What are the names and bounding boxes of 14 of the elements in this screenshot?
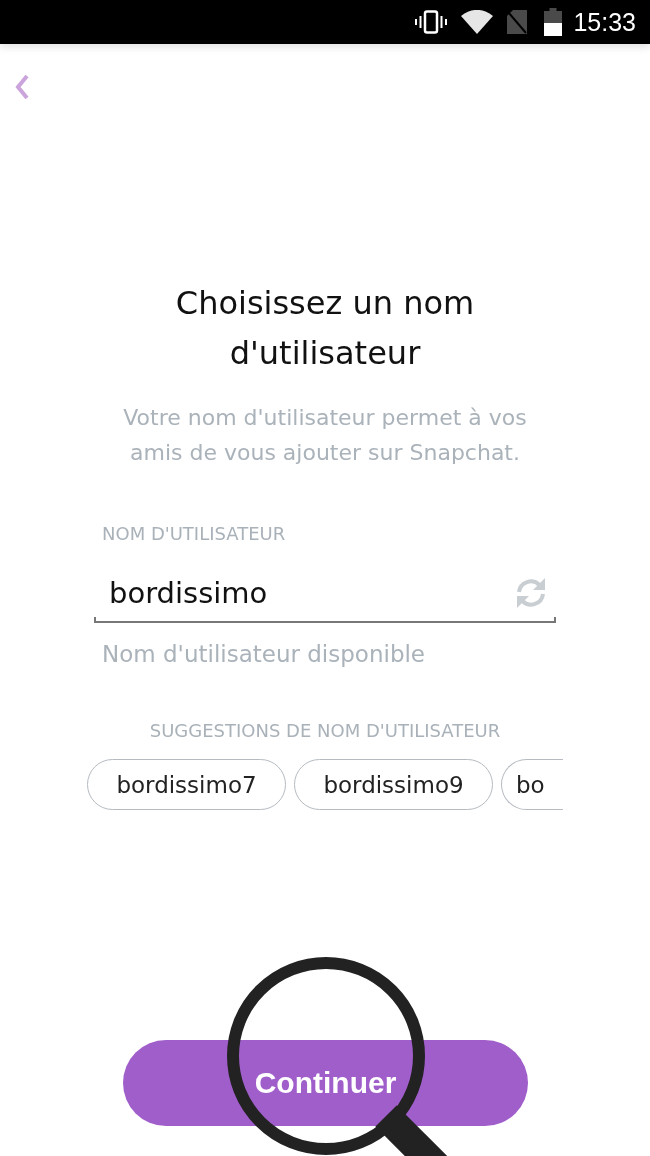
continue-button[interactable]: Continuer [123,1040,528,1126]
page-description: Votre nom d'utilisateur permet à vos amis de vous ajouter sur Snapchat. [122,404,528,467]
vibrate-icon [415,10,448,34]
availability-message: Nom d'utilisateur disponible [102,641,426,667]
suggestions-heading: SUGGESTIONS DE NOM D'UTILISATEUR [149,720,501,742]
page-title: Choisissez un nom d'utilisateur [174,283,476,374]
wifi-icon [461,10,494,34]
back-chevron-icon[interactable] [15,74,29,100]
battery-icon [544,8,563,36]
refresh-icon[interactable] [514,576,548,610]
username-field[interactable]: bordissimo [94,565,556,623]
clock-time: 15:33 [573,7,636,37]
field-label: NOM D'UTILISATEUR [102,523,286,545]
no-sim-icon [506,9,529,35]
